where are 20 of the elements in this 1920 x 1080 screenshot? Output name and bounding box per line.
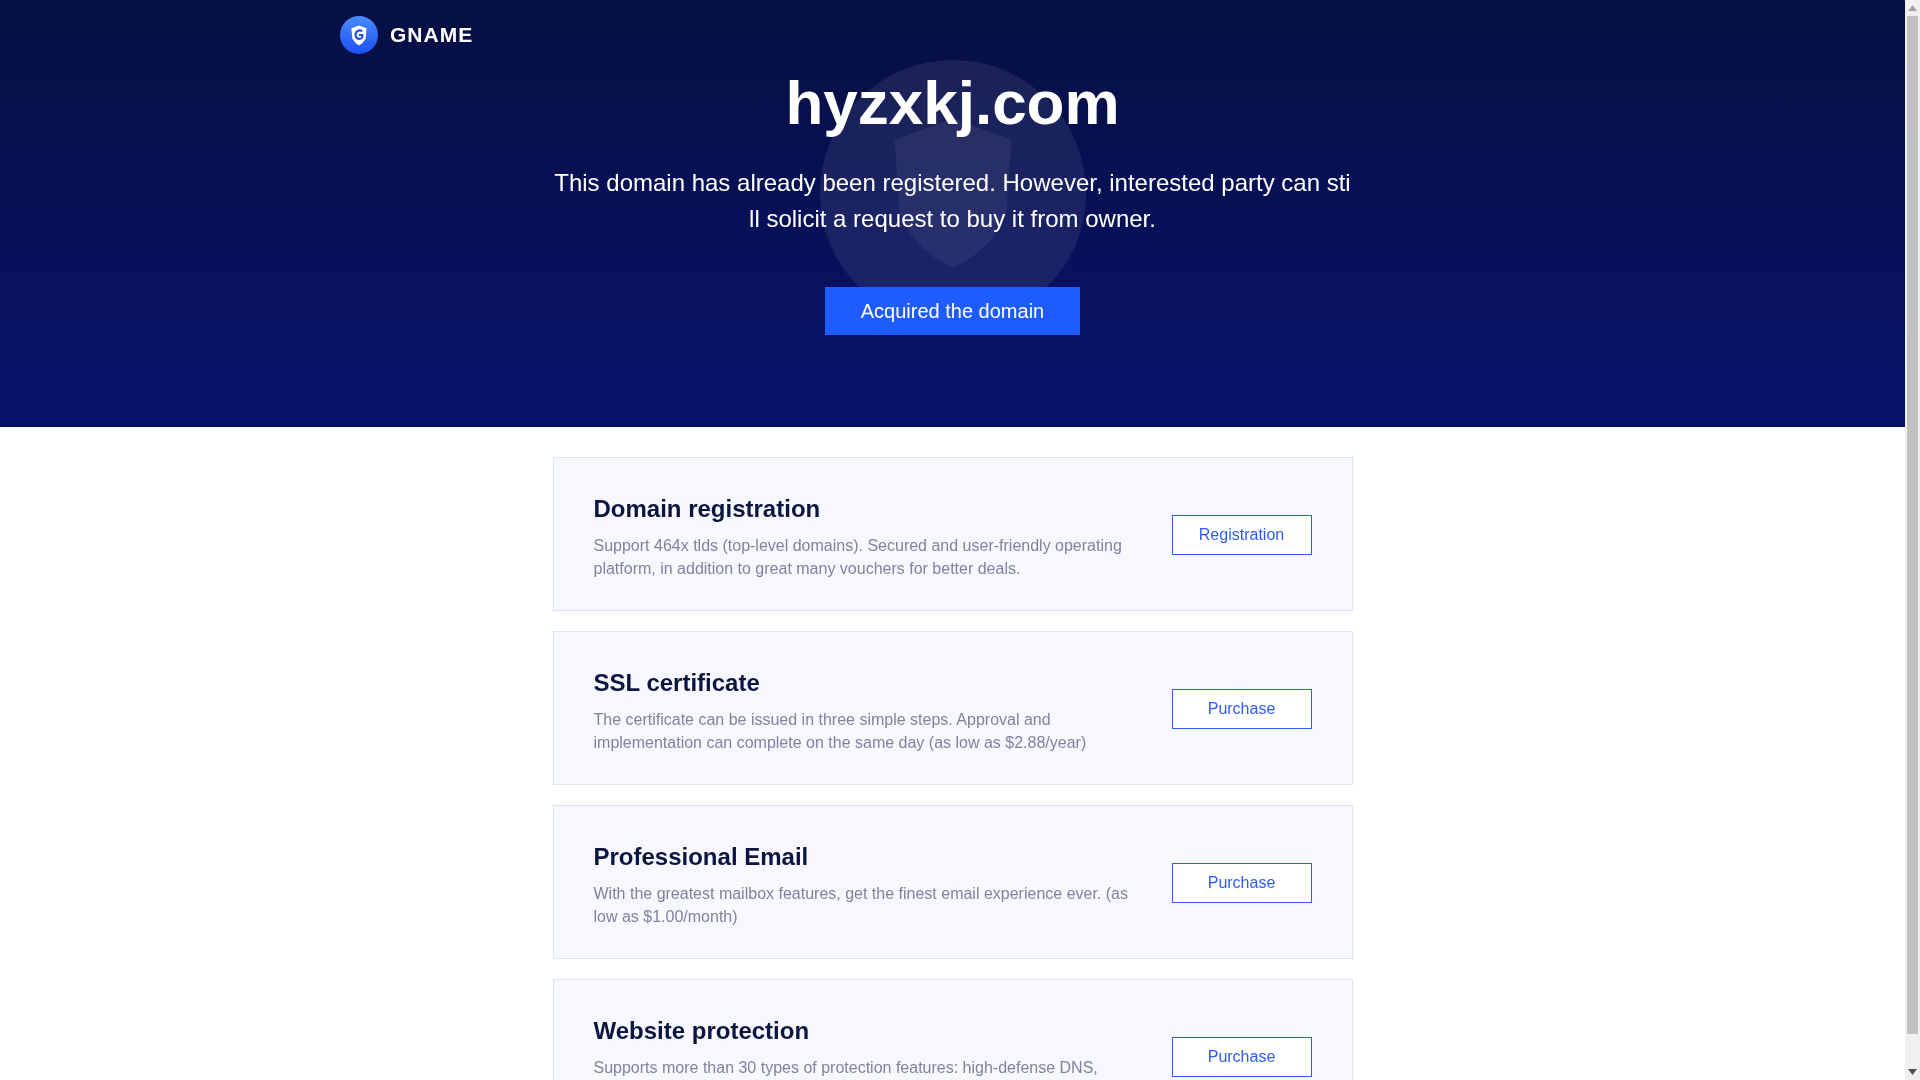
card-button[interactable]: Registration	[1171, 515, 1312, 555]
hero-message: This domain has already been registered. However, interested party can still solicit a request to buy it from owner.	[553, 168, 1352, 234]
acquire-button[interactable]: Acquired the domain	[825, 287, 1080, 335]
card-button[interactable]: Purchase	[1171, 863, 1312, 903]
card-title: Domain registration	[593, 494, 822, 524]
card-title: Website protection	[593, 1016, 811, 1046]
logo-icon	[340, 16, 378, 54]
scrollbar[interactable]	[1905, 0, 1920, 1080]
scroll-up-icon[interactable]	[1908, 5, 1917, 11]
card-title: SSL certificate	[593, 668, 761, 698]
card-title: Professional Email	[593, 842, 810, 872]
card-button[interactable]: Purchase	[1171, 689, 1312, 729]
domain-name: hyzxkj.com	[785, 67, 1120, 139]
scroll-down-icon[interactable]	[1908, 1069, 1917, 1075]
card-description: Support 464x tlds (top-level domains). Secured and user-friendly operating platform, in addition to great many vouchers for better deals.	[593, 536, 1123, 579]
card-description: With the greatest mailbox features, get the finest email experience ever. (as low as $1.00/month)	[593, 884, 1129, 927]
logo-text: GNAME	[390, 23, 474, 47]
card-button[interactable]: Purchase	[1171, 1037, 1312, 1077]
card-description: Supports more than 30 types of protection features: high-defense DNS,	[593, 1058, 1099, 1078]
card-description: The certificate can be issued in three simple steps. Approval and implementation can complete on the same day (as low as $2.88/year)	[593, 710, 1088, 753]
